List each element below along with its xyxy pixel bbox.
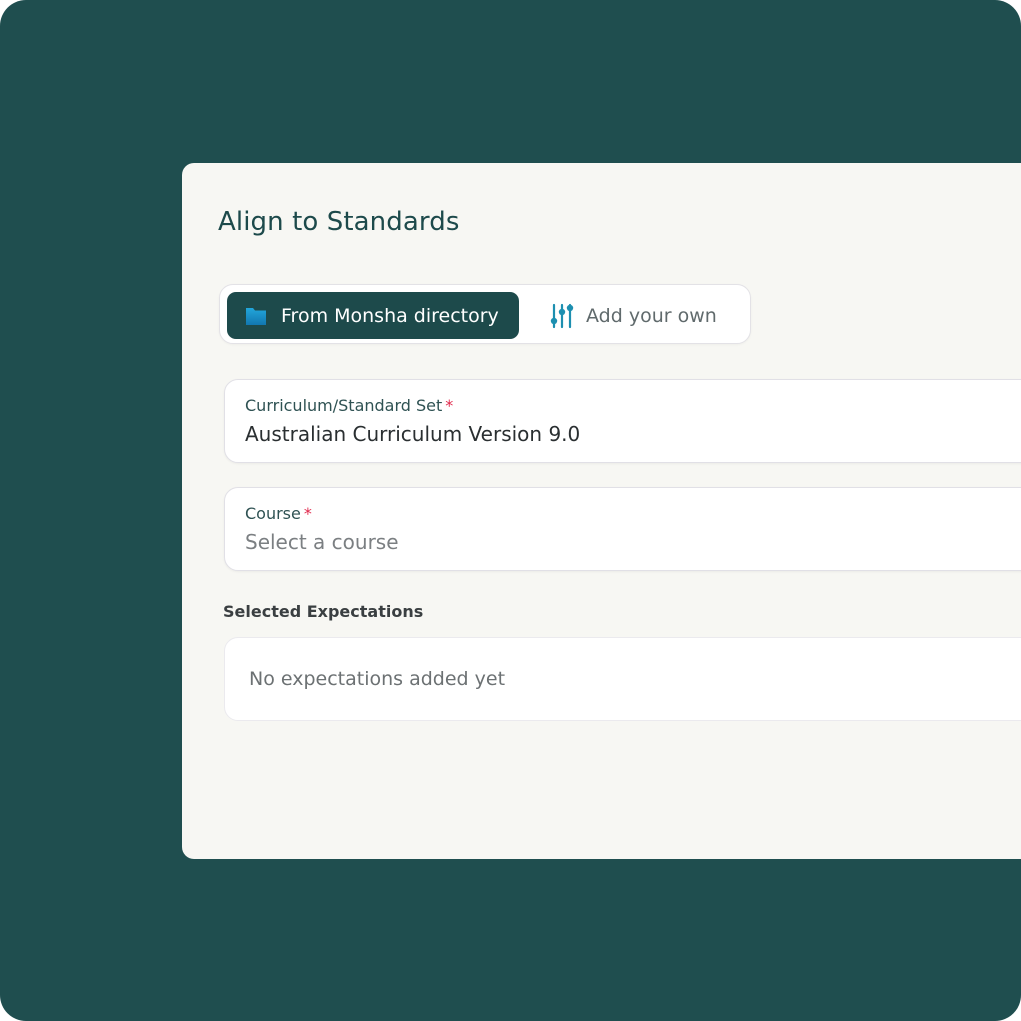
required-mark: *	[303, 504, 312, 523]
curriculum-select[interactable]: Curriculum/Standard Set * Australian Curr…	[224, 379, 1021, 463]
selected-expectations-heading: Selected Expectations	[223, 602, 424, 621]
expectations-list: No expectations added yet	[224, 637, 1021, 721]
course-label-text: Course	[245, 504, 301, 523]
course-select[interactable]: Course * Select a course	[224, 487, 1021, 571]
from-directory-label: From Monsha directory	[281, 304, 499, 327]
required-mark: *	[445, 396, 454, 415]
add-your-own-button[interactable]: Add your own	[550, 292, 740, 339]
align-standards-dialog: Align to Standards From Monsha directory…	[182, 163, 1021, 859]
dialog-title: Align to Standards	[218, 207, 460, 237]
course-label: Course *	[245, 504, 312, 523]
course-placeholder: Select a course	[245, 530, 399, 554]
curriculum-value: Australian Curriculum Version 9.0	[245, 422, 581, 446]
curriculum-label-text: Curriculum/Standard Set	[245, 396, 443, 415]
curriculum-label: Curriculum/Standard Set *	[245, 396, 453, 415]
add-your-own-label: Add your own	[586, 304, 717, 327]
from-directory-button[interactable]: From Monsha directory	[227, 292, 519, 339]
app-background: Align to Standards From Monsha directory…	[0, 0, 1021, 1021]
source-toggle: From Monsha directory Add your own	[219, 284, 751, 344]
sliders-icon	[550, 303, 574, 329]
empty-state-message: No expectations added yet	[249, 668, 506, 690]
folder-icon	[245, 305, 267, 327]
